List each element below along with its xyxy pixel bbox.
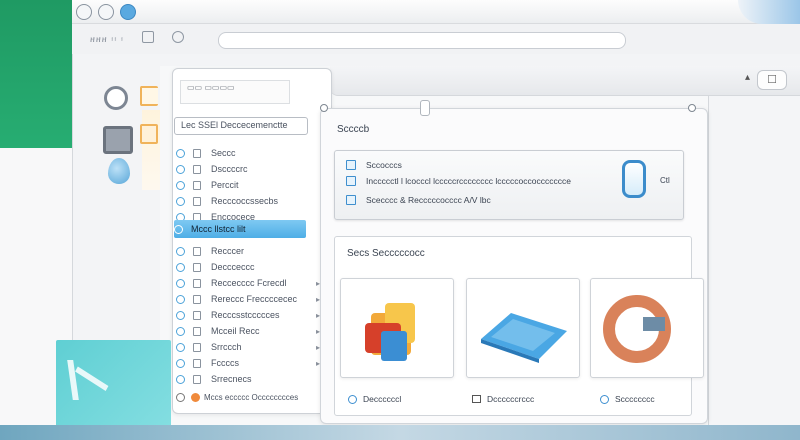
- circle-icon: [176, 358, 185, 368]
- gallery-title: Secs Secccccocc: [347, 248, 425, 259]
- folder-icon[interactable]: [140, 124, 158, 144]
- list-header: ▭▭ ▭▭▭▭: [180, 80, 290, 104]
- doc-icon: [193, 358, 201, 368]
- circle-icon: [176, 180, 185, 190]
- box-icon: [346, 176, 356, 186]
- ring-icon[interactable]: [104, 86, 128, 110]
- page-icon[interactable]: [142, 31, 154, 43]
- chevron-glyph-icon: [67, 360, 113, 400]
- circle-icon: [174, 224, 183, 234]
- doc-icon: [193, 196, 201, 206]
- box-icon: [346, 160, 356, 170]
- window-minimize-button[interactable]: [98, 4, 114, 20]
- window-titlebar: [72, 0, 800, 24]
- toolbar-button[interactable]: ☐: [757, 70, 787, 90]
- doc-icon: [193, 164, 201, 174]
- caret-up-icon[interactable]: ▴: [745, 72, 750, 83]
- bracket-icon[interactable]: [140, 86, 158, 106]
- doc-icon: [193, 180, 201, 190]
- drop-icon[interactable]: [108, 158, 130, 184]
- list-footer[interactable]: Mccs eccccc Occcccccces: [176, 389, 316, 405]
- address-label: ዘዘዘ ፡፡ ፡: [90, 34, 125, 44]
- background-green-panel: [0, 0, 72, 148]
- status-icon: [191, 392, 200, 402]
- gallery-tile[interactable]: [590, 278, 704, 378]
- circle-icon: [176, 342, 185, 352]
- gallery-tile-label: Deccccccl: [348, 394, 401, 404]
- circle-icon: [176, 374, 185, 384]
- gallery-tile-label: Dccccccrccc: [472, 394, 534, 404]
- window-maximize-button[interactable]: [120, 4, 136, 20]
- device-icon[interactable]: [103, 126, 133, 154]
- doc-icon: [193, 262, 201, 272]
- list-item[interactable]: Srrecnecs: [176, 370, 326, 388]
- drive-icon[interactable]: [622, 160, 646, 198]
- doc-icon: [193, 310, 201, 320]
- right-frame: [708, 96, 800, 425]
- window-close-button[interactable]: [76, 4, 92, 20]
- toolbar: [330, 66, 800, 96]
- circle-icon: [176, 196, 185, 206]
- gallery-tile-label: Scccccccc: [600, 394, 655, 404]
- folder-cube-icon: [365, 303, 415, 361]
- circle-icon: [176, 262, 185, 272]
- circle-icon: [176, 148, 185, 158]
- info-row[interactable]: Sccocccs: [346, 158, 402, 172]
- search-input[interactable]: Lec SSEl Deccecemenctte: [174, 117, 308, 135]
- pin-icon[interactable]: [420, 100, 430, 116]
- circle-icon: [176, 310, 185, 320]
- pane-handle-right[interactable]: [688, 104, 696, 112]
- doc-icon: [193, 294, 201, 304]
- disc-icon: [600, 394, 609, 404]
- doc-icon: [193, 278, 201, 288]
- globe-icon[interactable]: [172, 31, 184, 43]
- doc-icon: [193, 342, 201, 352]
- pane-handle-left[interactable]: [320, 104, 328, 112]
- doc-icon: [193, 148, 201, 158]
- copper-ring-icon: [603, 295, 671, 363]
- circle-icon: [176, 278, 185, 288]
- gallery-tile[interactable]: [466, 278, 580, 378]
- address-bar[interactable]: [218, 32, 626, 49]
- side-glow: [142, 110, 162, 190]
- info-row[interactable]: Inccccctl l lcocccl lcccccrcccccccc lccc…: [346, 174, 571, 188]
- info-row[interactable]: Scecccc & Recccccocccc A/V lbc: [346, 193, 491, 207]
- circle-icon: [176, 164, 185, 174]
- circle-icon: [176, 246, 185, 256]
- pane-title: Sccccb: [337, 124, 370, 135]
- box-icon: [346, 195, 356, 205]
- circle-icon: [176, 326, 185, 336]
- list-item-selected[interactable]: Mccc llstcc lilt: [174, 220, 306, 238]
- doc-icon: [193, 246, 201, 256]
- taskbar-strip: [0, 425, 800, 440]
- doc-icon: [193, 374, 201, 384]
- doc-icon: [472, 395, 481, 403]
- gallery-tile[interactable]: [340, 278, 454, 378]
- disc-icon: [348, 394, 357, 404]
- blue-sheet-icon: [481, 313, 567, 363]
- settings-icon: [176, 392, 185, 402]
- circle-icon: [176, 294, 185, 304]
- drive-label: Ctl: [660, 176, 670, 185]
- doc-icon: [193, 326, 201, 336]
